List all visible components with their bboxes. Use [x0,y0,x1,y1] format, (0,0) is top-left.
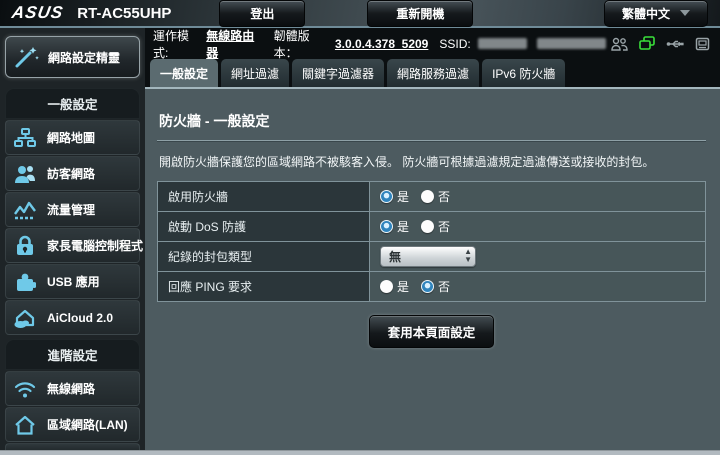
cloud-home-icon [10,306,40,330]
logged-packet-type-select[interactable]: 無 ▲ ▼ [380,246,476,267]
select-value: 無 [389,250,402,264]
sidebar-item-label: 流量管理 [47,203,96,217]
tab-ipv6-firewall[interactable]: IPv6 防火牆 [482,59,566,87]
page-title: 防火牆 - 一般設定 [157,101,706,141]
yes-label: 是 [397,190,410,204]
router-model: RT-AC55UHP [77,4,172,22]
puzzle-piece-icon [10,270,40,294]
firewall-settings-table: 啟用防火牆 是 否 啟動 DoS 防護 是 否 紀錄的封包類型 無 ▲ ▼ 回應… [157,181,706,302]
sidebar-section-advanced: 進階設定 [5,339,140,370]
printer-status-icon[interactable] [695,37,710,51]
sidebar-item-label: 區域網路(LAN) [47,418,128,432]
sidebar-item-label: 無線網路 [47,382,96,396]
select-stepper-icon: ▲ ▼ [464,247,472,264]
language-dropdown[interactable]: 繁體中文 [604,0,708,27]
home-icon [10,413,40,437]
language-label: 繁體中文 [621,6,670,21]
respond-ping-no-radio[interactable] [421,280,435,293]
sidebar-item-wireless[interactable]: 無線網路 [5,371,140,406]
respond-ping-label: 回應 PING 要求 [157,271,370,302]
sidebar-item-quick-setup[interactable]: 網路設定精靈 [5,36,140,78]
enable-firewall-options: 是 否 [380,188,695,205]
network-status-icon[interactable] [639,36,655,51]
enable-firewall-no-radio[interactable] [421,190,435,203]
table-row: 啟用防火牆 是 否 [157,181,706,212]
firewall-tabs: 一般設定 網址過濾 關鍵字過濾器 網路服務過濾 IPv6 防火牆 [145,59,720,89]
logged-packet-type-label: 紀錄的封包類型 [157,241,370,272]
sidebar-item-lan[interactable]: 區域網路(LAN) [5,407,140,442]
content-panel: 防火牆 - 一般設定 開啟防火牆保護您的區域網路不被駭客入侵。 防火牆可根據過濾… [145,89,720,453]
op-mode-link[interactable]: 無線路由器 [206,27,262,61]
main-area: 運作模式: 無線路由器 韌體版本： 3.0.0.4.378_5209 SSID: [145,28,720,453]
asus-logo: ASUS [10,3,65,22]
respond-ping-yes-radio[interactable] [380,280,393,293]
usb-status-icon[interactable] [666,38,684,50]
padlock-icon [10,234,40,258]
sidebar-item-label: AiCloud 2.0 [47,310,114,325]
sidebar-item-traffic-manager[interactable]: 流量管理 [5,192,140,227]
dos-protection-no-radio[interactable] [421,220,435,233]
enable-firewall-label: 啟用防火牆 [157,181,370,212]
sidebar-item-label: 網路地圖 [47,131,96,145]
ssid-label: SSID: [439,36,471,51]
tab-general[interactable]: 一般設定 [150,59,219,87]
sidebar-item-parental-controls[interactable]: 家長電腦控制程式 [5,228,144,263]
sidebar-section-general: 一般設定 [5,88,140,119]
logout-button[interactable]: 登出 [219,0,306,27]
no-label: 否 [438,190,451,204]
page-description: 開啟防火牆保護您的區域網路不被駭客入侵。 防火牆可根據過濾規定過濾傳送或接收的封… [159,155,655,169]
ssid-value-redacted [536,38,607,49]
sidebar-item-label: 訪客網路 [47,167,96,181]
clients-icon[interactable] [611,37,628,51]
sidebar-item-label: 家長電腦控制程式 [47,239,144,253]
table-row: 回應 PING 要求 是 否 [157,271,706,302]
dos-protection-yes-radio[interactable] [380,220,393,233]
sidebar-item-guest-network[interactable]: 訪客網路 [5,156,140,191]
network-map-icon [10,126,40,150]
reboot-button[interactable]: 重新開機 [367,0,474,27]
horizontal-scrollbar[interactable] [0,450,720,455]
sidebar-item-network-map[interactable]: 網路地圖 [5,120,140,155]
dos-protection-label: 啟動 DoS 防護 [157,211,370,242]
wifi-icon [10,377,40,401]
table-row: 紀錄的封包類型 無 ▲ ▼ [157,241,706,272]
yes-label: 是 [397,280,410,294]
status-icons [611,36,710,51]
ssid-value-redacted [477,38,527,49]
tab-url-filter[interactable]: 網址過濾 [221,59,290,87]
status-infobar: 運作模式: 無線路由器 韌體版本： 3.0.0.4.378_5209 SSID: [145,27,720,61]
enable-firewall-yes-radio[interactable] [380,190,393,203]
sidebar-item-label: USB 應用 [47,275,100,289]
sidebar: 網路設定精靈 一般設定 網路地圖 訪客網路 流量管理 家長電腦控制程式 USB … [0,28,145,453]
top-header: ASUS RT-AC55UHP 登出 重新開機 繁體中文 [0,0,720,28]
traffic-chart-icon [10,198,40,222]
dos-protection-options: 是 否 [380,218,695,235]
sidebar-item-label: 網路設定精靈 [48,50,121,65]
no-label: 否 [438,280,451,294]
chevron-down-icon [680,10,690,16]
respond-ping-options: 是 否 [380,278,695,295]
guest-network-icon [10,162,40,186]
sidebar-item-aicloud[interactable]: AiCloud 2.0 [5,300,140,335]
apply-button[interactable]: 套用本頁面設定 [368,315,495,348]
tab-network-service-filter[interactable]: 網路服務過濾 [387,59,480,87]
sidebar-item-usb-application[interactable]: USB 應用 [5,264,140,299]
firmware-label: 韌體版本： [273,28,310,60]
tab-keyword-filter[interactable]: 關鍵字過濾器 [292,59,385,87]
op-mode-label: 運作模式: [153,28,190,60]
magic-wand-icon [12,45,42,69]
firmware-version-link[interactable]: 3.0.0.4.378_5209 [335,37,428,51]
table-row: 啟動 DoS 防護 是 否 [157,211,706,242]
no-label: 否 [438,220,451,234]
yes-label: 是 [397,220,410,234]
